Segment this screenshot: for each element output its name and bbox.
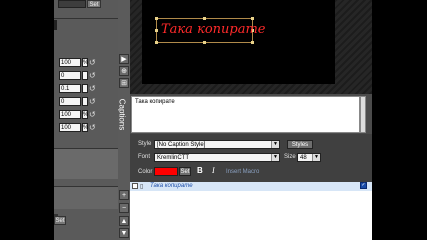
color-swatch[interactable] xyxy=(154,167,178,176)
unit-label: % xyxy=(82,58,89,67)
preview-area: Така копирате xyxy=(130,0,372,94)
reset-icon[interactable]: ↺ xyxy=(89,84,96,93)
list-row-check[interactable]: ✓ xyxy=(360,182,368,191)
edge-marker xyxy=(54,20,57,30)
row-checkbox[interactable] xyxy=(132,183,138,189)
chevron-down-icon: ▼ xyxy=(271,154,279,161)
value-row: 0 ↺ xyxy=(54,71,118,81)
unit-label xyxy=(82,84,88,93)
font-label: Font xyxy=(138,154,151,160)
right-letterbox xyxy=(372,0,427,240)
remove-icon[interactable]: − xyxy=(119,203,129,213)
value-row: 100 % ↺ xyxy=(54,123,118,133)
size-value: 48 xyxy=(300,155,307,161)
unit-label xyxy=(82,97,88,106)
video-editor-window: Set 100 % ↺ 0 ↺ 0.1 ↺ 0 ↺ 100 % ↺ 100 % … xyxy=(54,0,372,240)
size-label: Size xyxy=(284,154,296,160)
captions-list: ▯ Така копирате xyxy=(130,182,372,240)
value-row: 100 % ↺ xyxy=(54,110,118,120)
value-field[interactable]: 0 xyxy=(59,71,81,80)
value-field[interactable]: 100 xyxy=(59,110,81,119)
resize-handle[interactable] xyxy=(251,17,254,20)
bold-button[interactable]: B xyxy=(197,166,203,175)
unit-label xyxy=(82,71,88,80)
lower-group xyxy=(54,148,118,179)
video-canvas[interactable]: Така копирате xyxy=(142,0,335,84)
reset-icon[interactable]: ↺ xyxy=(89,97,96,106)
list-item-text: Така копирате xyxy=(150,183,193,189)
styles-button[interactable]: Styles xyxy=(287,140,313,149)
scrollbar[interactable] xyxy=(360,96,366,133)
value-field[interactable]: 100 xyxy=(59,123,81,132)
move-up-icon[interactable]: ▲ xyxy=(119,216,129,226)
value-row: 0.1 ↺ xyxy=(54,84,118,94)
zoom-in-icon[interactable]: ⊕ xyxy=(119,66,129,76)
captions-tab-label: Captions xyxy=(117,98,127,131)
play-icon[interactable]: ▶ xyxy=(119,54,129,64)
top-field[interactable] xyxy=(58,0,86,8)
color-label: Color xyxy=(138,169,153,175)
resize-handle[interactable] xyxy=(203,17,206,20)
list-item[interactable]: ▯ Така копирате xyxy=(130,182,372,191)
add-icon[interactable]: + xyxy=(119,190,129,200)
resize-handle[interactable] xyxy=(155,17,158,20)
chevron-down-icon: ▼ xyxy=(312,154,320,161)
reset-icon[interactable]: ↺ xyxy=(89,58,96,67)
value-row: 0 ↺ xyxy=(54,97,118,107)
style-label: Style xyxy=(138,141,152,147)
resize-handle[interactable] xyxy=(155,41,158,44)
unit-label: % xyxy=(82,123,89,132)
divider xyxy=(54,18,118,19)
size-select[interactable]: 48 ▼ xyxy=(297,153,321,162)
caption-properties: Style [No Caption Style] ▼ Styles Font K… xyxy=(130,134,372,182)
resize-handle[interactable] xyxy=(203,41,206,44)
screen: Set 100 % ↺ 0 ↺ 0.1 ↺ 0 ↺ 100 % ↺ 100 % … xyxy=(0,0,427,240)
caption-selection-box[interactable]: Така копирате xyxy=(155,17,266,44)
chevron-down-icon: ▼ xyxy=(271,141,279,148)
reset-icon[interactable]: ↺ xyxy=(89,110,96,119)
style-value: [No Caption Style] xyxy=(157,142,206,148)
caption-text-editor[interactable]: Така копирате xyxy=(131,96,360,133)
lower-group xyxy=(54,186,118,209)
fit-icon[interactable]: ⊞ xyxy=(119,78,129,88)
move-down-icon[interactable]: ▼ xyxy=(119,228,129,238)
italic-button[interactable]: I xyxy=(212,166,215,175)
reset-icon[interactable]: ↺ xyxy=(89,123,96,132)
color-set-button[interactable]: Set xyxy=(179,167,191,176)
checked-icon: ✓ xyxy=(360,182,367,189)
top-set-button[interactable]: Set xyxy=(87,0,101,8)
font-select[interactable]: KremlinCTT ▼ xyxy=(154,153,280,162)
resize-handle[interactable] xyxy=(251,41,254,44)
left-letterbox xyxy=(0,0,54,240)
left-properties-panel: Set 100 % ↺ 0 ↺ 0.1 ↺ 0 ↺ 100 % ↺ 100 % … xyxy=(54,0,118,240)
left-lower-section: Set xyxy=(54,140,118,240)
value-field[interactable]: 0 xyxy=(59,97,81,106)
captions-tab[interactable]: Captions xyxy=(117,96,128,140)
insert-macro-link[interactable]: Insert Macro xyxy=(226,169,259,175)
unit-label: % xyxy=(82,110,89,119)
resize-handle[interactable] xyxy=(155,29,158,32)
value-field[interactable]: 100 xyxy=(59,58,81,67)
lower-set-button[interactable]: Set xyxy=(54,216,66,225)
value-row: 100 % ↺ xyxy=(54,58,118,68)
reset-icon[interactable]: ↺ xyxy=(89,71,96,80)
font-value: KremlinCTT xyxy=(157,155,190,161)
value-field[interactable]: 0.1 xyxy=(59,84,81,93)
caption-preview-text: Така копирате xyxy=(161,22,266,37)
style-select[interactable]: [No Caption Style] ▼ xyxy=(154,140,280,149)
caption-icon: ▯ xyxy=(140,184,144,190)
